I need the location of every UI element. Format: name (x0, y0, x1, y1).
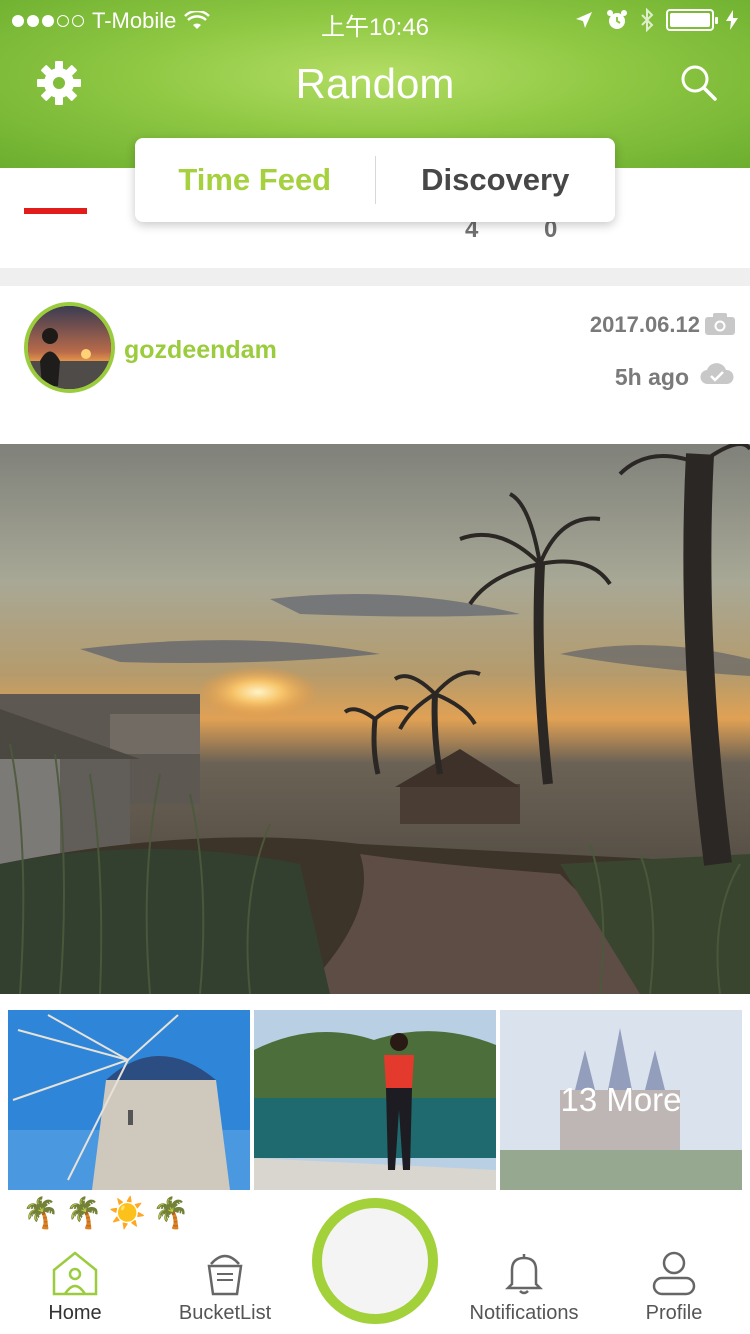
bucket-icon (207, 1254, 243, 1296)
tab-home[interactable]: Home (0, 1250, 150, 1325)
home-icon (52, 1251, 98, 1296)
bluetooth-icon (641, 8, 654, 32)
palm-tree-emoji: 🌴 (65, 1197, 103, 1230)
red-indicator-bar (24, 208, 87, 214)
tab-notifications[interactable]: Notifications (449, 1250, 599, 1325)
sun-emoji: ☀️ (108, 1197, 147, 1230)
profile-icon (652, 1251, 696, 1296)
post-main-photo[interactable] (0, 444, 750, 994)
battery-icon (666, 9, 718, 31)
palm-tree-emoji: 🌴 (22, 1197, 60, 1230)
capture-button[interactable] (312, 1198, 438, 1324)
post-thumbnail[interactable] (254, 1010, 496, 1190)
charging-bolt-icon (726, 10, 738, 30)
avatar[interactable] (24, 302, 115, 393)
more-photos-label[interactable]: 13 More (500, 1010, 742, 1190)
post-date: 2017.06.12 (589, 312, 700, 337)
bell-icon (504, 1254, 544, 1295)
post-emoji-tags: 🌴 🌴 ☀️ 🌴 (22, 1196, 189, 1231)
feed-segmented-control: Time Feed Discovery (135, 138, 615, 222)
post-time-ago: 5h ago (614, 364, 689, 390)
search-icon[interactable] (680, 64, 718, 102)
palm-tree-emoji: 🌴 (152, 1197, 190, 1230)
location-arrow-icon (576, 12, 592, 28)
status-bar: T-Mobile 上午10:46 (0, 0, 750, 41)
tab-bucketlist[interactable]: BucketList (150, 1250, 300, 1325)
camera-icon (705, 313, 735, 335)
tab-bucketlist-label: BucketList (178, 1302, 272, 1324)
page-title: Random (295, 60, 455, 107)
post-thumbnail[interactable] (8, 1010, 250, 1190)
tab-profile-label: Profile (645, 1302, 703, 1324)
cloud-check-icon (700, 363, 734, 385)
tab-time-feed[interactable]: Time Feed (135, 162, 375, 198)
post-username[interactable]: gozdeendam (124, 336, 277, 365)
tab-home-label: Home (48, 1302, 102, 1324)
tab-notifications-label: Notifications (469, 1302, 579, 1324)
alarm-clock-icon (607, 10, 627, 29)
tab-profile[interactable]: Profile (599, 1250, 749, 1325)
section-divider (0, 268, 750, 286)
post-thumbnail[interactable]: 13 More (500, 1010, 742, 1190)
tab-discovery[interactable]: Discovery (376, 162, 616, 198)
